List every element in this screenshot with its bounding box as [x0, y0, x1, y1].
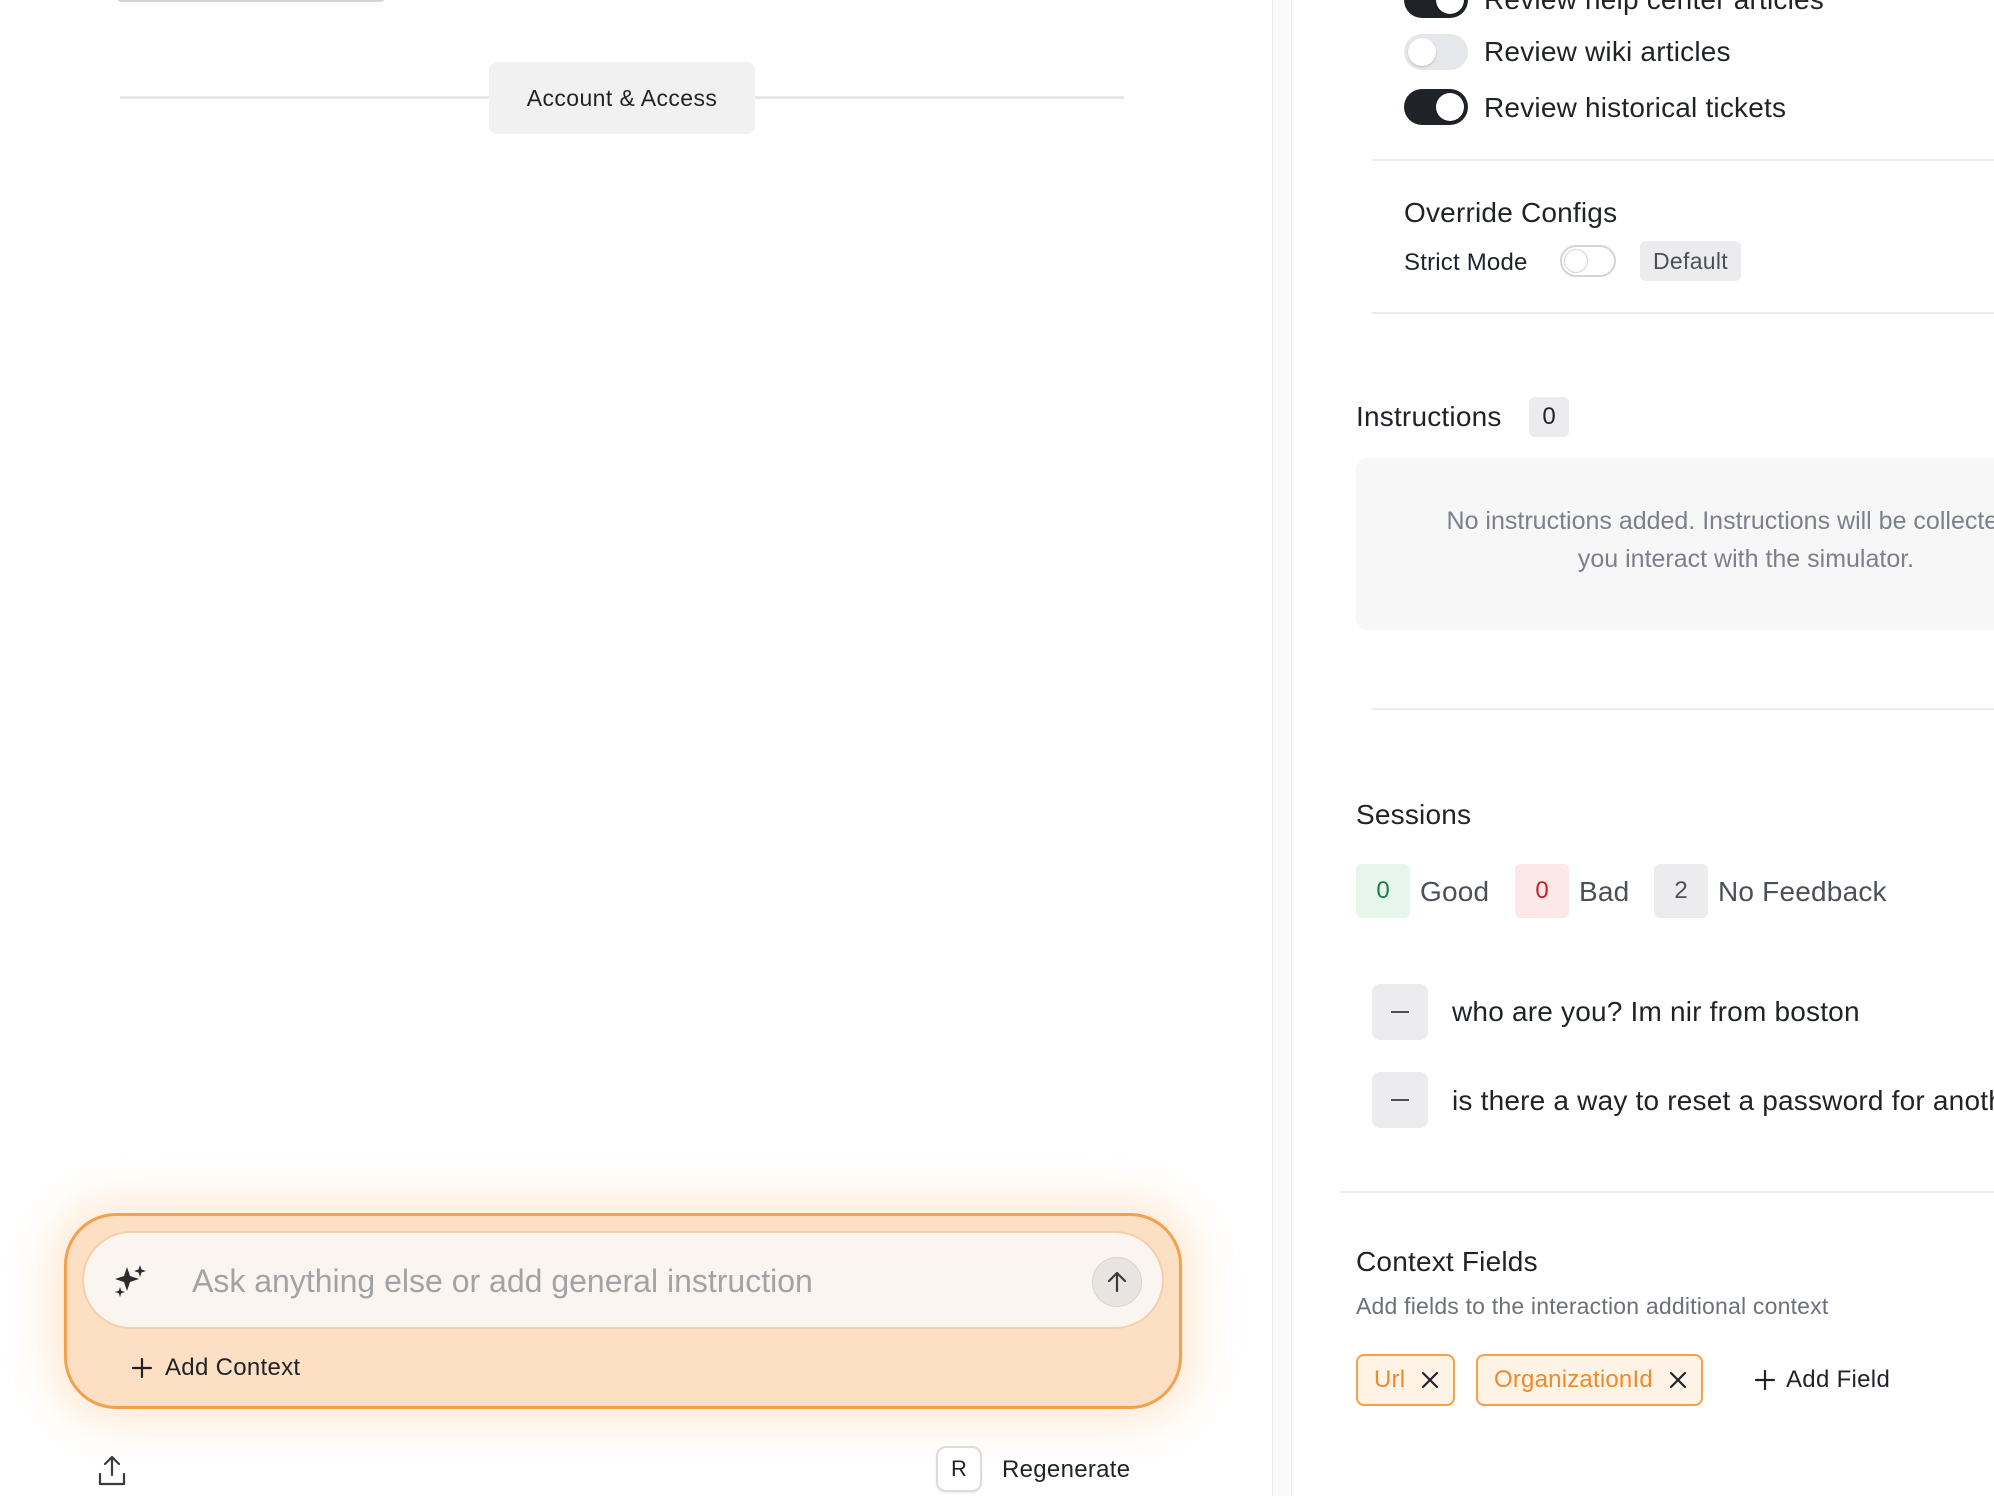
session-no-feedback-marker: [1372, 1072, 1428, 1128]
composer: Add Context: [64, 1213, 1182, 1409]
context-field-chip-organizationid[interactable]: OrganizationId: [1476, 1354, 1703, 1406]
divider: [1372, 159, 1994, 161]
composer-input-container[interactable]: [82, 1231, 1164, 1329]
composer-input[interactable]: [192, 1253, 1052, 1309]
toggle-review-historical-tickets[interactable]: [1404, 89, 1468, 125]
toggle-review-wiki-articles[interactable]: [1404, 34, 1468, 70]
previous-message-edge: [116, 0, 386, 2]
close-icon: [1669, 1371, 1687, 1389]
remove-field-button[interactable]: [1419, 1369, 1441, 1391]
arrow-up-icon: [1107, 1271, 1127, 1293]
dash-icon: [1391, 1099, 1409, 1101]
instructions-title: Instructions: [1356, 401, 1502, 432]
remove-field-button[interactable]: [1667, 1369, 1689, 1391]
sessions-title: Sessions: [1356, 799, 1472, 830]
default-badge: Default: [1640, 241, 1741, 281]
label-review-help-center-articles: Review help center articles: [1484, 0, 1824, 16]
toggle-knob: [1564, 249, 1588, 273]
no-feedback-label[interactable]: No Feedback: [1718, 876, 1887, 908]
plus-icon: [131, 1357, 153, 1379]
context-field-chip-url[interactable]: Url: [1356, 1354, 1456, 1406]
instructions-empty-line: No instructions added. Instructions will…: [1446, 507, 1994, 535]
good-count-badge[interactable]: 0: [1356, 864, 1410, 918]
strict-mode-toggle[interactable]: [1560, 245, 1616, 277]
label-review-wiki-articles: Review wiki articles: [1484, 36, 1731, 67]
sparkle-icon: [115, 1265, 146, 1297]
configuration-panel: Review help center articles Review wiki …: [1292, 0, 1994, 1496]
instructions-count-badge: 0: [1529, 397, 1569, 437]
strict-mode-label: Strict Mode: [1404, 249, 1528, 276]
session-item[interactable]: is there a way to reset a password for a…: [1452, 1085, 1994, 1117]
override-configs-title: Override Configs: [1404, 197, 1618, 228]
session-no-feedback-marker: [1372, 984, 1428, 1040]
context-field-label: OrganizationId: [1494, 1366, 1653, 1393]
bad-count-badge[interactable]: 0: [1515, 864, 1569, 918]
pane-resize-handle[interactable]: [1272, 0, 1292, 1496]
share-upload-icon[interactable]: [96, 1454, 128, 1488]
dash-icon: [1391, 1011, 1409, 1013]
good-label[interactable]: Good: [1420, 876, 1489, 908]
no-feedback-count-badge[interactable]: 2: [1654, 864, 1708, 918]
instructions-empty-message: No instructions added. Instructions will…: [1356, 502, 1994, 578]
add-context-label: Add Context: [165, 1354, 301, 1381]
close-icon: [1422, 1371, 1439, 1389]
bad-label[interactable]: Bad: [1579, 876, 1629, 908]
chat-pane: Account & Access Add Context R R: [0, 0, 1272, 1496]
divider: [1340, 1191, 1994, 1193]
context-fields-title: Context Fields: [1356, 1246, 1538, 1277]
regenerate-shortcut-key[interactable]: R: [936, 1446, 982, 1492]
toggle-knob: [1436, 93, 1464, 121]
plus-icon: [1754, 1369, 1776, 1391]
context-field-label: Url: [1374, 1366, 1406, 1393]
instructions-empty-line: you interact with the simulator.: [1577, 545, 1915, 573]
session-item[interactable]: who are you? Im nir from boston: [1452, 996, 1860, 1028]
add-field-button[interactable]: Add Field: [1754, 1358, 1890, 1402]
toggle-knob: [1436, 0, 1464, 14]
context-fields-subtitle: Add fields to the interaction additional…: [1356, 1293, 1829, 1319]
regenerate-button[interactable]: Regenerate: [1002, 1456, 1130, 1484]
send-button[interactable]: [1092, 1257, 1142, 1307]
section-divider-label: Account & Access: [489, 62, 755, 134]
add-context-button[interactable]: Add Context: [131, 1347, 300, 1389]
instructions-empty-state: No instructions added. Instructions will…: [1356, 458, 1994, 630]
label-review-historical-tickets: Review historical tickets: [1484, 92, 1787, 123]
toggle-knob: [1408, 38, 1436, 66]
divider: [1372, 708, 1994, 710]
add-field-label: Add Field: [1786, 1366, 1891, 1393]
toggle-review-help-center-articles[interactable]: [1404, 0, 1468, 18]
divider: [1372, 312, 1994, 314]
